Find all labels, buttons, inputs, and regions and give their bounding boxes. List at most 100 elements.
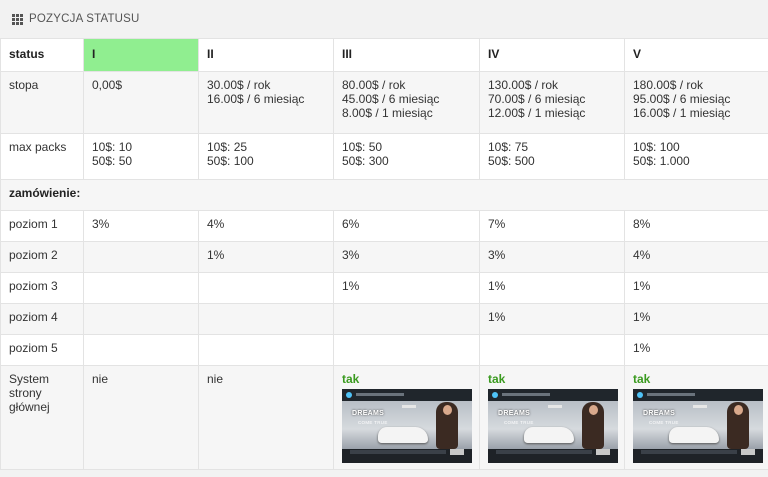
grid-icon [12, 13, 23, 25]
max-packs-line: 10$: 50 [342, 140, 383, 154]
logo-icon [637, 392, 643, 398]
max-packs-cell-1: 10$: 10 50$: 50 [83, 133, 199, 180]
car-icon [669, 427, 719, 443]
stopa-cell-5: 180.00$ / rok 95.00$ / 6 miesiąc 16.00$ … [624, 71, 768, 134]
max-packs-cell-4: 10$: 75 50$: 500 [479, 133, 625, 180]
stopa-line: 70.00$ / 6 miesiąc [488, 92, 586, 106]
level-label: poziom 5 [0, 334, 84, 366]
logo-icon [492, 392, 498, 398]
max-packs-label: max packs [0, 133, 84, 180]
level-label: poziom 4 [0, 303, 84, 335]
level-label: poziom 2 [0, 241, 84, 273]
max-packs-row: max packs 10$: 10 50$: 50 10$: 25 50$: 1… [0, 133, 768, 180]
plane-icon [548, 405, 562, 408]
plane-icon [693, 405, 707, 408]
system-value: nie [83, 365, 199, 470]
stopa-row: stopa 0,00$ 30.00$ / rok 16.00$ / 6 mies… [0, 71, 768, 134]
status-header: status [0, 38, 84, 72]
level-row-1: poziom 1 3% 4% 6% 7% 8% [0, 210, 768, 242]
stopa-line: 16.00$ / 1 miesiąc [633, 106, 731, 120]
system-cell-4: tak DREAMS COME TRUE [479, 365, 625, 470]
plane-icon [402, 405, 416, 408]
system-label: System strony głównej [0, 365, 84, 470]
stopa-line: 95.00$ / 6 miesiąc [633, 92, 731, 106]
level-value [83, 272, 199, 304]
homepage-preview-image[interactable]: DREAMS COME TRUE [633, 389, 763, 463]
homepage-preview-image[interactable]: DREAMS COME TRUE [342, 389, 472, 463]
level-row-2: poziom 2 1% 3% 3% 4% [0, 241, 768, 273]
level-row-4: poziom 4 1% 1% [0, 303, 768, 335]
level-value [333, 303, 480, 335]
level-header-3[interactable]: III [333, 38, 480, 72]
stopa-line: 45.00$ / 6 miesiąc [342, 92, 440, 106]
stopa-line: 180.00$ / rok [633, 78, 704, 92]
level-value: 8% [624, 210, 768, 242]
max-packs-line: 50$: 500 [488, 154, 535, 168]
level-value [83, 334, 199, 366]
stopa-line: 30.00$ / rok [207, 78, 271, 92]
level-value [198, 334, 334, 366]
system-value: nie [198, 365, 334, 470]
level-value: 7% [479, 210, 625, 242]
level-value: 3% [333, 241, 480, 273]
stopa-cell-3: 80.00$ / rok 45.00$ / 6 miesiąc 8.00$ / … [333, 71, 480, 134]
level-value: 4% [198, 210, 334, 242]
level-value: 3% [83, 210, 199, 242]
system-value: tak [488, 372, 506, 386]
level-header-4[interactable]: IV [479, 38, 625, 72]
level-header-1[interactable]: I [83, 38, 199, 72]
header-row: status I II III IV V [0, 38, 768, 72]
max-packs-line: 50$: 1.000 [633, 154, 690, 168]
level-value: 1% [479, 272, 625, 304]
level-header-2[interactable]: II [198, 38, 334, 72]
max-packs-line: 50$: 50 [92, 154, 133, 168]
stopa-line: 0,00$ [92, 78, 123, 92]
level-value: 1% [624, 303, 768, 335]
panel-header: POZYCJA STATUSU [0, 0, 768, 38]
max-packs-line: 10$: 25 [207, 140, 248, 154]
system-cell-3: tak DREAMS COME TRUE [333, 365, 480, 470]
stopa-line: 16.00$ / 6 miesiąc [207, 92, 305, 106]
panel-title: POZYCJA STATUSU [29, 13, 140, 25]
level-value: 1% [333, 272, 480, 304]
level-label: poziom 3 [0, 272, 84, 304]
max-packs-cell-3: 10$: 50 50$: 300 [333, 133, 480, 180]
level-value [479, 334, 625, 366]
stopa-line: 80.00$ / rok [342, 78, 406, 92]
level-value: 4% [624, 241, 768, 273]
level-value: 1% [479, 303, 625, 335]
level-header-5[interactable]: V [624, 38, 768, 72]
level-value: 1% [624, 334, 768, 366]
level-value: 3% [479, 241, 625, 273]
section-row: zamówienie: [0, 179, 768, 211]
level-label: poziom 1 [0, 210, 84, 242]
max-packs-line: 10$: 100 [633, 140, 680, 154]
homepage-preview-image[interactable]: DREAMS COME TRUE [488, 389, 618, 463]
level-value: 6% [333, 210, 480, 242]
system-value: tak [342, 372, 360, 386]
max-packs-line: 10$: 75 [488, 140, 529, 154]
max-packs-line: 50$: 300 [342, 154, 389, 168]
car-icon [524, 427, 574, 443]
level-row-3: poziom 3 1% 1% 1% [0, 272, 768, 304]
system-value: tak [633, 372, 651, 386]
stopa-line: 8.00$ / 1 miesiąc [342, 106, 433, 120]
stopa-cell-2: 30.00$ / rok 16.00$ / 6 miesiąc [198, 71, 334, 134]
level-value: 1% [198, 241, 334, 273]
stopa-line: 12.00$ / 1 miesiąc [488, 106, 586, 120]
system-row: System strony głównej nie nie tak DREAMS… [0, 365, 768, 470]
stopa-cell-1: 0,00$ [83, 71, 199, 134]
status-table: status I II III IV V stopa 0,00$ 30.00$ … [0, 38, 768, 470]
stopa-line: 130.00$ / rok [488, 78, 559, 92]
level-value [198, 272, 334, 304]
stopa-label: stopa [0, 71, 84, 134]
level-value [83, 303, 199, 335]
system-cell-5: tak DREAMS COME TRUE [624, 365, 768, 470]
max-packs-line: 50$: 100 [207, 154, 254, 168]
level-row-5: poziom 5 1% [0, 334, 768, 366]
stopa-cell-4: 130.00$ / rok 70.00$ / 6 miesiąc 12.00$ … [479, 71, 625, 134]
car-icon [378, 427, 428, 443]
max-packs-cell-2: 10$: 25 50$: 100 [198, 133, 334, 180]
max-packs-cell-5: 10$: 100 50$: 1.000 [624, 133, 768, 180]
level-value: 1% [624, 272, 768, 304]
